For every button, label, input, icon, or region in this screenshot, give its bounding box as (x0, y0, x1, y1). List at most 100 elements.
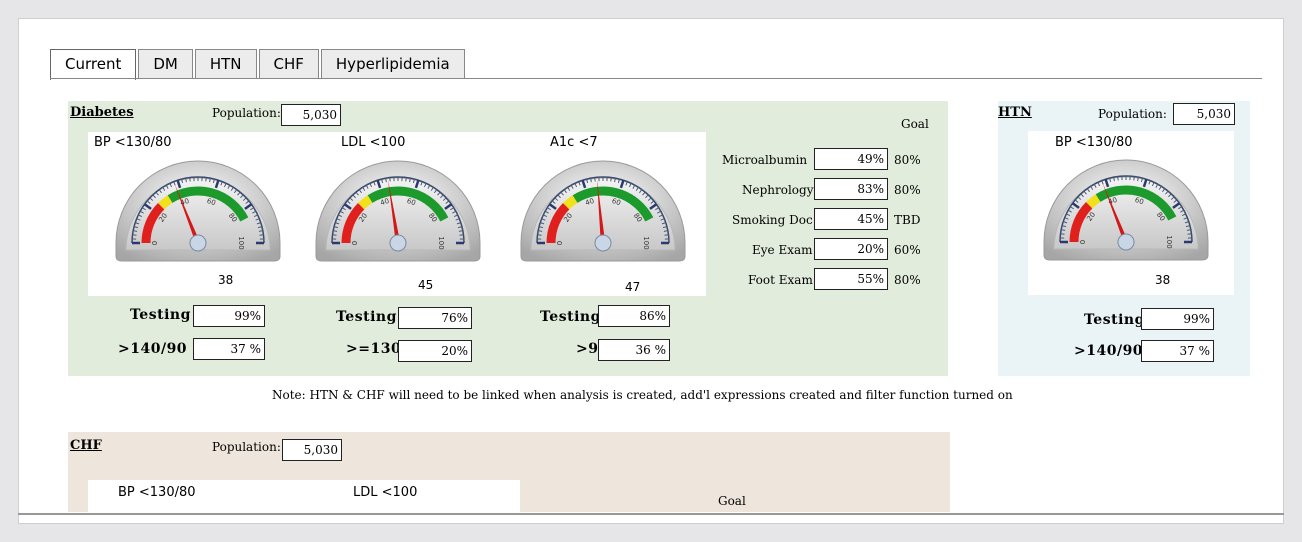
metric-smoking-goal: TBD (894, 213, 921, 227)
gauge-ldl-value: 45 (418, 278, 434, 292)
htn-title[interactable]: HTN (998, 105, 1032, 120)
gauge-hub (594, 234, 612, 252)
tab-chf[interactable]: CHF (258, 49, 319, 79)
metric-smoking-value: 45% (814, 208, 888, 230)
metric-microalbumin-label: Microalbumin (722, 153, 808, 167)
chf-gauges-card: BP <130/80 LDL <100 (88, 480, 520, 512)
metric-smoking-label: Smoking Doc (732, 213, 813, 227)
htn-gauge: 02040 6080100 (1043, 159, 1209, 261)
metric-microalbumin-value: 49% (814, 148, 888, 170)
gauge-ldl: 02040 6080100 (315, 160, 481, 262)
minor-tick (594, 177, 596, 182)
gauge-bp-label: BP <130/80 (94, 135, 172, 150)
a1c-testing-label: Testing (540, 309, 601, 325)
minor-tick (389, 177, 391, 182)
minor-tick (1187, 233, 1192, 235)
tick-label: 100 (237, 236, 245, 249)
ldl-threshold-label: >=130 (346, 341, 402, 357)
diabetes-title[interactable]: Diabetes (70, 105, 134, 120)
htn-threshold-label: >140/90 (1074, 343, 1144, 359)
diabetes-population-value: 5,030 (281, 104, 341, 126)
tick-label: 100 (437, 236, 445, 249)
tab-current[interactable]: Current (50, 49, 137, 80)
bp-testing-value: 99% (193, 305, 265, 327)
chf-population-label: Population: (212, 440, 281, 454)
analysis-note: Note: HTN & CHF will need to be linked w… (272, 388, 1013, 402)
yellow-band (158, 195, 173, 210)
tab-divider (50, 78, 1262, 79)
minor-tick (459, 234, 464, 236)
minor-tick (1060, 233, 1065, 235)
metric-foot-exam-label: Foot Exam (748, 273, 813, 287)
tab-hyperlipidemia[interactable]: Hyperlipidemia (320, 49, 465, 79)
htn-population-label: Population: (1098, 107, 1167, 121)
yellow-band (1086, 194, 1101, 209)
metric-eye-exam-label: Eye Exam (752, 243, 813, 257)
gauge-a1c-label: A1c <7 (550, 135, 598, 150)
minor-tick (664, 234, 669, 236)
chf-title[interactable]: CHF (70, 438, 102, 453)
diabetes-panel: Diabetes Population: 5,030 Goal BP <130/… (68, 101, 948, 376)
minor-tick (1133, 176, 1135, 181)
tab-dm[interactable]: DM (138, 49, 193, 79)
gauge-hub (389, 234, 407, 252)
minor-tick (537, 234, 542, 236)
metric-nephrology-goal: 80% (894, 183, 921, 197)
bp-testing-label: Testing (130, 307, 191, 323)
ldl-threshold-value: 20% (398, 340, 472, 362)
htn-panel: HTN Population: 5,030 BP <130/80 0 20 40 60… (998, 101, 1250, 376)
gauge-a1c-value: 47 (625, 280, 641, 294)
diabetes-population-label: Population: (212, 106, 281, 120)
gauge-hub (189, 234, 207, 252)
chf-ldl-label: LDL <100 (353, 485, 418, 500)
metric-nephrology-value: 83% (814, 178, 888, 200)
gauge-bp-value: 38 (218, 273, 234, 287)
minor-tick (132, 234, 137, 236)
bp-threshold-value: 37 % (193, 338, 265, 360)
a1c-threshold-label: >9 (576, 341, 599, 357)
minor-tick (1117, 176, 1119, 181)
minor-tick (405, 177, 407, 182)
htn-testing-label: Testing (1084, 312, 1145, 328)
tab-htn[interactable]: HTN (194, 49, 257, 79)
minor-tick (610, 177, 612, 182)
htn-population-value: 5,030 (1173, 103, 1235, 125)
gauge-a1c: 02040 6080100 (520, 160, 686, 262)
diabetes-goal-header: Goal (901, 117, 929, 131)
yellow-band (563, 195, 578, 210)
yellow-band (358, 195, 373, 210)
bp-threshold-label: >140/90 (118, 341, 188, 357)
bottom-divider (18, 513, 1284, 515)
tick-label: 0 (151, 241, 159, 245)
metric-eye-exam-goal: 60% (894, 243, 921, 257)
minor-tick (332, 234, 337, 236)
tick-label: 100 (1165, 235, 1173, 248)
minor-tick (259, 234, 264, 236)
gauge-ldl-label: LDL <100 (341, 135, 406, 150)
chf-population-value: 5,030 (282, 439, 342, 461)
metric-nephrology-label: Nephrology (742, 183, 814, 197)
diabetes-gauges-card: BP <130/80 LDL <100 A1c <7 0 20 40 60 80 100 … (88, 132, 706, 296)
a1c-testing-value: 86% (598, 305, 670, 327)
tick-label: 0 (556, 241, 564, 245)
metric-eye-exam-value: 20% (814, 238, 888, 260)
tab-bar: Current DM HTN CHF Hyperlipidemia (50, 49, 467, 80)
minor-tick (189, 177, 191, 182)
htn-gauge-label: BP <130/80 (1055, 135, 1133, 150)
metric-foot-exam-goal: 80% (894, 273, 921, 287)
ldl-testing-label: Testing (336, 309, 397, 325)
metric-foot-exam-value: 55% (814, 268, 888, 290)
gauge-hub (1117, 233, 1135, 251)
tick-label: 0 (1079, 240, 1087, 244)
chf-goal-header: Goal (718, 494, 746, 508)
gauge-bp: 02040 6080100 (115, 160, 281, 262)
htn-threshold-value: 37 % (1141, 340, 1214, 362)
tick-label: 100 (642, 236, 650, 249)
htn-gauge-value: 38 (1155, 273, 1171, 287)
metric-microalbumin-goal: 80% (894, 153, 921, 167)
htn-testing-value: 99% (1141, 308, 1214, 330)
ldl-testing-value: 76% (398, 307, 472, 329)
chf-panel: CHF Population: 5,030 BP <130/80 LDL <10… (68, 432, 950, 512)
a1c-threshold-value: 36 % (598, 339, 670, 361)
htn-gauge-card: BP <130/80 0 20 40 60 80 100 38 (1028, 131, 1234, 295)
